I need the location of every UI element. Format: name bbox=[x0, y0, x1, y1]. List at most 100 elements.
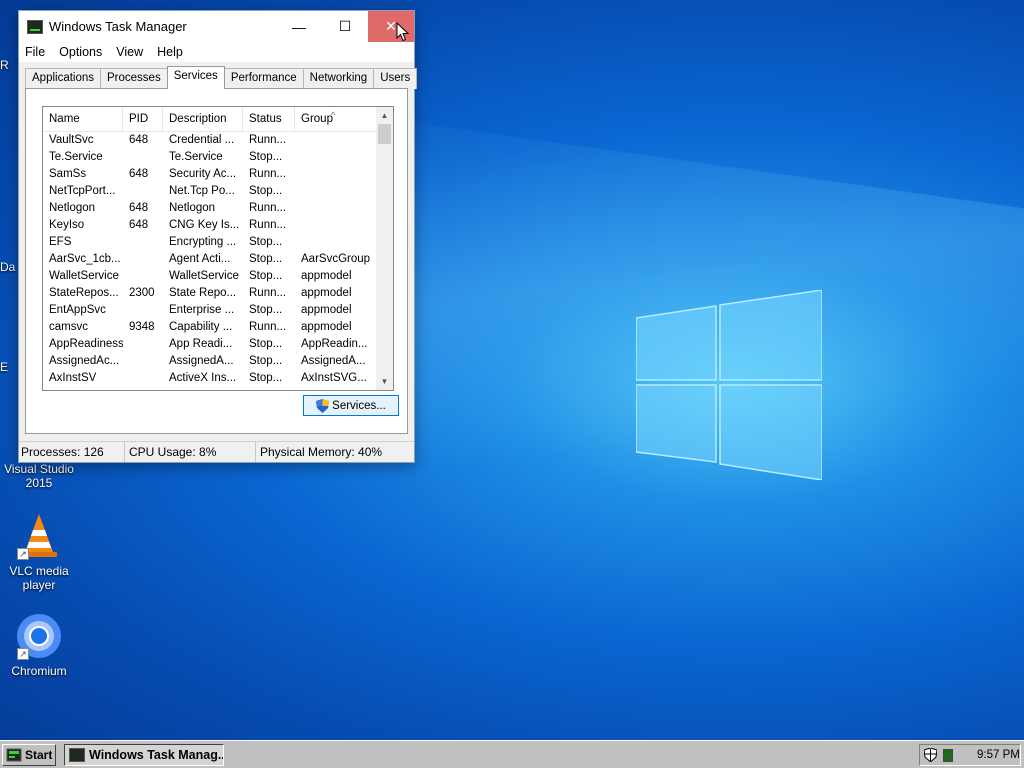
cell-description: Netlogon bbox=[169, 202, 216, 214]
cell-description: State Repo... bbox=[169, 287, 237, 299]
table-row[interactable]: EntAppSvc Enterprise ... Stop... appmodel bbox=[43, 302, 378, 319]
cell-group bbox=[295, 132, 375, 149]
table-row[interactable]: KeyIso 648 CNG Key Is... Runn... bbox=[43, 217, 378, 234]
cell-status: Stop... bbox=[249, 372, 283, 384]
cell-group bbox=[295, 234, 375, 251]
tab-networking[interactable]: Networking bbox=[302, 68, 375, 89]
table-row[interactable]: Te.Service Te.Service Stop... bbox=[43, 149, 378, 166]
cell-group: AssignedA... bbox=[301, 355, 366, 367]
cell-description: Security Ac... bbox=[169, 168, 237, 180]
status-bar: Processes: 126 CPU Usage: 8% Physical Me… bbox=[19, 441, 414, 462]
cell-name: Te.Service bbox=[49, 151, 103, 163]
taskbar: Start Windows Task Manag... 9:57 PM bbox=[0, 740, 1024, 768]
vertical-scrollbar[interactable]: ▲ ▼ bbox=[376, 107, 393, 390]
menu-help[interactable]: Help bbox=[157, 45, 183, 59]
desktop-icon-label: Visual Studio bbox=[4, 462, 74, 476]
maximize-button[interactable]: ☐ bbox=[322, 11, 368, 42]
shield-icon bbox=[316, 398, 330, 413]
tab-users[interactable]: Users bbox=[373, 68, 418, 89]
services-button[interactable]: Services... bbox=[303, 395, 399, 416]
scroll-down-icon[interactable]: ▼ bbox=[376, 373, 393, 390]
desktop-icon-chromium[interactable]: ↗ Chromium bbox=[0, 612, 78, 678]
table-row[interactable]: SamSs 648 Security Ac... Runn... bbox=[43, 166, 378, 183]
cell-pid bbox=[123, 302, 163, 319]
cell-group: appmodel bbox=[301, 287, 352, 299]
scroll-thumb[interactable] bbox=[378, 124, 391, 144]
table-row[interactable]: camsvc 9348 Capability ... Runn... appmodel bbox=[43, 319, 378, 336]
cell-pid bbox=[123, 268, 163, 285]
table-row[interactable]: Netlogon 648 Netlogon Runn... bbox=[43, 200, 378, 217]
cell-pid bbox=[123, 370, 163, 387]
cell-group bbox=[295, 166, 375, 183]
cell-group: AppReadin... bbox=[301, 338, 368, 350]
table-row[interactable]: AarSvc_1cb... Agent Acti... Stop... AarSvcG… bbox=[43, 251, 378, 268]
tab-strip: Applications Processes Services Performa… bbox=[25, 66, 418, 89]
taskbar-item-task-manager[interactable]: Windows Task Manag... bbox=[64, 744, 224, 766]
cell-group: appmodel bbox=[301, 270, 352, 282]
desktop-icon-vlc[interactable]: ↗ VLC media player bbox=[0, 512, 78, 592]
table-row[interactable]: AppReadiness App Readi... Stop... AppReadin… bbox=[43, 336, 378, 353]
scroll-up-icon[interactable]: ▲ bbox=[376, 107, 393, 124]
security-shield-icon[interactable] bbox=[923, 747, 938, 763]
column-header-pid[interactable]: PID bbox=[123, 107, 163, 131]
taskbar-clock[interactable]: 9:57 PM bbox=[977, 749, 1020, 761]
column-header-group-label: Group bbox=[301, 113, 333, 125]
vlc-cone-icon: ↗ bbox=[15, 512, 63, 560]
table-row[interactable]: AssignedAc... AssignedA... Stop... Assigned… bbox=[43, 353, 378, 370]
table-row[interactable]: NetTcpPort... Net.Tcp Po... Stop... bbox=[43, 183, 378, 200]
table-row[interactable]: WalletService WalletService Stop... appmode… bbox=[43, 268, 378, 285]
menu-view[interactable]: View bbox=[116, 45, 143, 59]
tab-processes[interactable]: Processes bbox=[100, 68, 168, 89]
cell-status: Runn... bbox=[249, 168, 287, 180]
task-manager-window[interactable]: Windows Task Manager — ☐ ✕ File Options … bbox=[18, 10, 418, 463]
cell-name: camsvc bbox=[49, 321, 88, 333]
column-header-group[interactable]: ^ Group bbox=[295, 107, 378, 131]
cell-name: AssignedAc... bbox=[49, 355, 120, 367]
status-cpu-usage: CPU Usage: 8% bbox=[125, 442, 256, 462]
cell-name: EntAppSvc bbox=[49, 304, 106, 316]
cell-name: VaultSvc bbox=[49, 134, 94, 146]
cell-pid bbox=[123, 336, 163, 353]
cell-status: Runn... bbox=[249, 134, 287, 146]
start-button[interactable]: Start bbox=[2, 744, 56, 766]
menu-options[interactable]: Options bbox=[59, 45, 102, 59]
cell-pid bbox=[123, 353, 163, 370]
cell-pid: 2300 bbox=[129, 287, 155, 299]
cell-status: Runn... bbox=[249, 219, 287, 231]
minimize-button[interactable]: — bbox=[276, 11, 322, 42]
cell-status: Stop... bbox=[249, 270, 283, 282]
cell-description: Enterprise ... bbox=[169, 304, 235, 316]
services-list[interactable]: Name PID Description Status ^ Group Vaul… bbox=[42, 106, 394, 391]
cell-status: Runn... bbox=[249, 321, 287, 333]
list-header: Name PID Description Status ^ Group bbox=[43, 107, 393, 132]
cell-pid: 648 bbox=[129, 219, 149, 231]
cell-description: CNG Key Is... bbox=[169, 219, 240, 231]
tab-applications[interactable]: Applications bbox=[25, 68, 102, 89]
column-header-description[interactable]: Description bbox=[163, 107, 243, 131]
menu-file[interactable]: File bbox=[25, 45, 45, 59]
cell-pid: 648 bbox=[129, 202, 149, 214]
cell-description: ActiveX Ins... bbox=[169, 372, 237, 384]
cell-description: AssignedA... bbox=[169, 355, 234, 367]
cell-pid bbox=[123, 234, 163, 251]
table-row[interactable]: EFS Encrypting ... Stop... bbox=[43, 234, 378, 251]
desktop-icon-visual-studio[interactable]: Visual Studio 2015 bbox=[0, 462, 78, 490]
tab-services[interactable]: Services bbox=[166, 66, 225, 89]
desktop-icon-label: VLC media bbox=[9, 564, 69, 578]
table-row[interactable]: VaultSvc 648 Credential ... Runn... bbox=[43, 132, 378, 149]
table-row[interactable]: StateRepos... 2300 State Repo... Runn... app… bbox=[43, 285, 378, 302]
window-title: Windows Task Manager bbox=[49, 19, 187, 34]
task-manager-tray-icon[interactable] bbox=[943, 748, 953, 762]
start-logo-icon bbox=[6, 747, 22, 763]
title-bar[interactable]: Windows Task Manager — ☐ ✕ bbox=[19, 11, 414, 42]
column-header-name[interactable]: Name bbox=[43, 107, 123, 131]
cell-name: AppReadiness bbox=[49, 338, 123, 350]
column-header-status[interactable]: Status bbox=[243, 107, 295, 131]
cell-status: Stop... bbox=[249, 304, 283, 316]
cell-name: KeyIso bbox=[49, 219, 85, 231]
table-row[interactable]: AxInstSV ActiveX Ins... Stop... AxInstSVG..… bbox=[43, 370, 378, 387]
cell-pid: 648 bbox=[129, 134, 149, 146]
tab-performance[interactable]: Performance bbox=[223, 68, 304, 89]
cell-description: Capability ... bbox=[169, 321, 233, 333]
cell-pid bbox=[123, 183, 163, 200]
